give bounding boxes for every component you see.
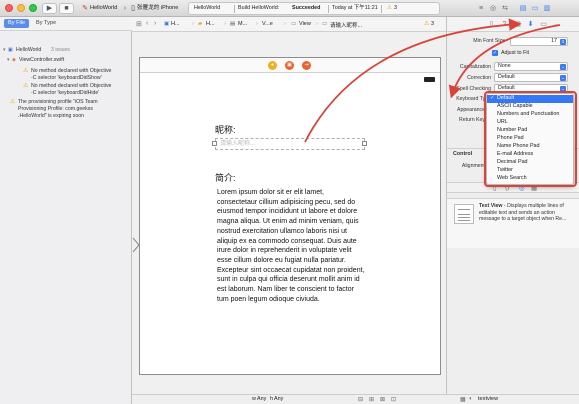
height-class-selector[interactable]: h bbox=[270, 396, 273, 402]
resolve-icon[interactable]: ⊠ bbox=[380, 396, 385, 403]
annotation-arrow bbox=[304, 18, 522, 143]
pin-icon[interactable]: ⊞ bbox=[369, 396, 374, 403]
text-view-icon bbox=[454, 204, 474, 224]
width-class-value[interactable]: Any bbox=[257, 396, 266, 402]
grid-view-icon[interactable]: ▦ bbox=[460, 396, 466, 403]
library-filter-field[interactable]: textview bbox=[478, 396, 498, 402]
filter-icon[interactable]: ◐ bbox=[469, 396, 473, 402]
width-class-selector[interactable]: w bbox=[252, 396, 256, 402]
align-icon[interactable]: ⊟ bbox=[358, 396, 363, 403]
library-item-text: Text View - Displays multiple lines of e… bbox=[479, 203, 575, 223]
library-item-title: Text View bbox=[479, 203, 503, 209]
height-class-value[interactable]: Any bbox=[274, 396, 283, 402]
resizing-icon[interactable]: ⊡ bbox=[391, 396, 396, 403]
bottom-bar: w Any h Any ⊟ ⊞ ⊠ ⊡ ▦ ◐ textview bbox=[132, 394, 579, 404]
object-library-item[interactable]: Text View - Displays multiple lines of e… bbox=[447, 198, 579, 248]
annotation-arrow bbox=[448, 24, 561, 99]
